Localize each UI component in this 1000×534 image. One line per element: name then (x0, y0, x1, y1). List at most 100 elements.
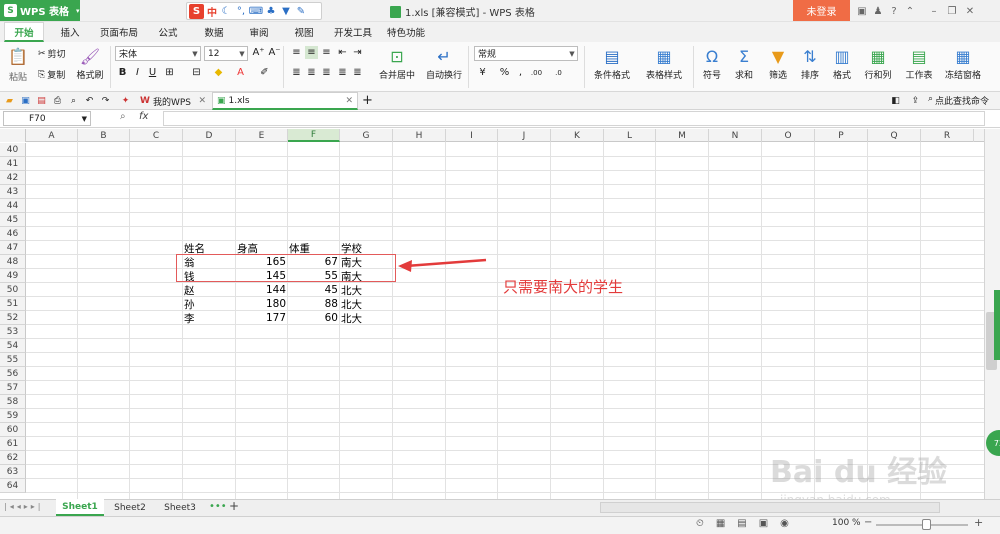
table-header-cell[interactable]: 身高 (236, 241, 288, 255)
table-cell[interactable]: 北大 (340, 297, 393, 311)
sheet-tab-1[interactable]: Sheet1 (56, 499, 104, 516)
column-header-h[interactable]: H (393, 129, 446, 142)
row-header-41[interactable]: 41 (0, 157, 26, 171)
close-icon[interactable]: ✕ (963, 4, 977, 18)
column-header-o[interactable]: O (762, 129, 815, 142)
punctuation-icon[interactable]: °, (235, 5, 247, 17)
cloud-icon[interactable]: ◧ (890, 95, 901, 106)
tab-developer[interactable]: 开发工具 (330, 22, 376, 42)
column-header-k[interactable]: K (551, 129, 604, 142)
horizontal-scrollbar[interactable] (600, 502, 940, 513)
bold-icon[interactable]: B (116, 66, 129, 79)
save-icon[interactable]: ▣ (20, 95, 31, 106)
column-header-a[interactable]: A (26, 129, 78, 142)
column-header-d[interactable]: D (183, 129, 236, 142)
filter-button[interactable]: ▼ 筛选 (764, 46, 792, 82)
align-bottom-icon[interactable]: ≡ (320, 46, 333, 59)
tab-my-wps[interactable]: W 我的WPS ✕ (136, 92, 210, 110)
table-cell[interactable]: 孙 (183, 297, 236, 311)
table-cell[interactable]: 60 (288, 311, 340, 325)
symbol-button[interactable]: Ω 符号 (698, 46, 726, 82)
column-header-g[interactable]: G (340, 129, 393, 142)
tab-file-1xls[interactable]: ▣ 1.xls ✕ (212, 92, 358, 110)
merge-cells-icon[interactable]: ⊟ (190, 66, 203, 79)
column-header-m[interactable]: M (656, 129, 709, 142)
tab-view[interactable]: 视图 (286, 22, 322, 42)
sheet-tab-2[interactable]: Sheet2 (108, 499, 152, 516)
user-icon[interactable]: ♣ (265, 5, 277, 17)
percent-icon[interactable]: % (498, 66, 511, 79)
table-cell[interactable]: 赵 (183, 283, 236, 297)
number-format-select[interactable]: 常规 ▼ (474, 46, 578, 61)
close-icon[interactable]: ✕ (198, 96, 206, 106)
table-cell[interactable]: 北大 (340, 311, 393, 325)
row-header-59[interactable]: 59 (0, 409, 26, 423)
view-mode-icons[interactable]: ⏲ ▦ ▤ ▣ ◉ (696, 518, 789, 529)
close-icon[interactable]: ✕ (345, 96, 353, 106)
worksheet-button[interactable]: ▤ 工作表 (902, 46, 936, 82)
fill-color-icon[interactable]: ◆ (212, 66, 225, 79)
column-header-b[interactable]: B (78, 129, 130, 142)
wps-app-button[interactable]: S WPS 表格 ▾ (0, 0, 80, 21)
sheet-tab-3[interactable]: Sheet3 (156, 499, 204, 516)
clear-format-icon[interactable]: ✐ (258, 66, 271, 79)
table-cell[interactable]: 88 (288, 297, 340, 311)
font-name-select[interactable]: 宋体 ▼ (115, 46, 201, 61)
table-cell[interactable]: 180 (236, 297, 288, 311)
side-panel-handle[interactable] (994, 290, 1000, 360)
skin-icon[interactable]: ▼ (280, 5, 292, 17)
backup-icon[interactable]: ⏲ (696, 518, 704, 529)
tab-review[interactable]: 审阅 (241, 22, 277, 42)
moon-icon[interactable]: ☾ (220, 5, 232, 17)
zoom-level[interactable]: 100 % (832, 518, 861, 528)
column-header-q[interactable]: Q (868, 129, 921, 142)
add-sheet-icon[interactable]: + (229, 499, 239, 513)
align-middle-icon[interactable]: ≡ (305, 46, 318, 59)
thousands-icon[interactable]: , (514, 66, 527, 79)
cut-button[interactable]: ✂ 剪切 (38, 47, 66, 61)
column-header-n[interactable]: N (709, 129, 762, 142)
undo-icon[interactable]: ↶ (84, 95, 95, 106)
align-center-icon[interactable]: ≣ (305, 66, 318, 79)
eye-icon[interactable]: ◉ (780, 518, 789, 529)
row-header-50[interactable]: 50 (0, 283, 26, 297)
table-cell[interactable]: 177 (236, 311, 288, 325)
table-style-button[interactable]: ▦ 表格样式 (640, 46, 688, 82)
reading-view-icon[interactable]: ▣ (759, 518, 768, 529)
more-sheets-icon[interactable]: ••• (209, 501, 227, 512)
row-header-46[interactable]: 46 (0, 227, 26, 241)
row-header-52[interactable]: 52 (0, 311, 26, 325)
zoom-in-icon[interactable]: + (974, 516, 983, 529)
new-tab-icon[interactable]: + (362, 93, 373, 108)
justify-icon[interactable]: ≣ (336, 66, 349, 79)
tab-formula[interactable]: 公式 (150, 22, 186, 42)
row-header-49[interactable]: 49 (0, 269, 26, 283)
tab-page-layout[interactable]: 页面布局 (94, 22, 144, 42)
italic-icon[interactable]: I (131, 66, 144, 79)
tab-insert[interactable]: 插入 (52, 22, 88, 42)
merge-center-button[interactable]: ⊡ 合并居中 (374, 46, 420, 82)
chevron-up-icon[interactable]: ⌃ (903, 4, 917, 18)
row-header-58[interactable]: 58 (0, 395, 26, 409)
row-header-54[interactable]: 54 (0, 339, 26, 353)
row-header-55[interactable]: 55 (0, 353, 26, 367)
row-header-53[interactable]: 53 (0, 325, 26, 339)
maximize-icon[interactable]: ❐ (945, 4, 959, 18)
align-right-icon[interactable]: ≣ (320, 66, 333, 79)
row-header-45[interactable]: 45 (0, 213, 26, 227)
row-header-56[interactable]: 56 (0, 367, 26, 381)
normal-view-icon[interactable]: ▦ (716, 518, 725, 529)
open-icon[interactable]: ▰ (4, 95, 15, 106)
font-color-icon[interactable]: A (234, 66, 247, 79)
keyboard-icon[interactable]: ⌨ (249, 5, 263, 17)
fx-icon[interactable]: fx (139, 111, 148, 122)
tab-features[interactable]: 特色功能 (383, 22, 429, 42)
sort-button[interactable]: ⇅ 排序 (796, 46, 824, 82)
share-icon[interactable]: ⇪ (910, 95, 921, 106)
tab-data[interactable]: 数据 (196, 22, 232, 42)
minimize-icon[interactable]: – (927, 4, 941, 18)
row-header-57[interactable]: 57 (0, 381, 26, 395)
select-all-corner[interactable] (0, 129, 26, 142)
row-header-63[interactable]: 63 (0, 465, 26, 479)
column-header-l[interactable]: L (604, 129, 656, 142)
